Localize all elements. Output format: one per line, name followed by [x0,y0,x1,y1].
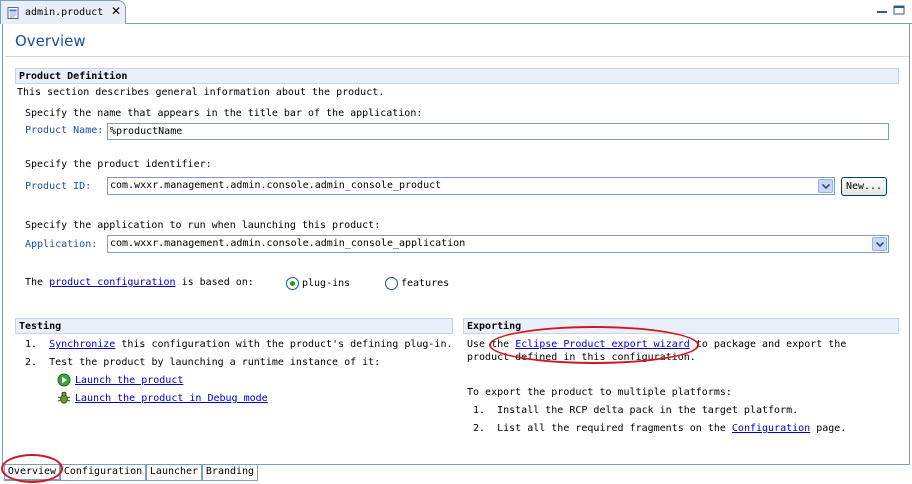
config-suffix: is based on: [181,277,254,288]
application-combo[interactable]: com.wxxr.management.admin.console.admin_… [107,235,889,253]
application-label: Application: [25,239,98,250]
export-step-1-number: 1. [473,405,486,416]
export-step-2-number: 2. [473,423,486,434]
run-icon[interactable] [57,373,71,387]
product-id-label: Product ID: [25,181,92,192]
tab-branding[interactable]: Branding [202,465,258,481]
synchronize-link[interactable]: Synchronize [49,339,115,350]
close-icon[interactable]: ✕ [111,4,121,18]
testing-step-1-text: this configuration with the product's de… [121,339,453,350]
export-usage-suffix: to package and export the [695,339,847,350]
product-name-input[interactable]: %productName [107,123,889,140]
product-id-combo[interactable]: com.wxxr.management.admin.console.admin_… [107,177,835,195]
features-radio[interactable] [385,277,398,290]
configuration-page-link[interactable]: Configuration [732,423,810,434]
chevron-down-icon [822,183,830,190]
title-divider [5,56,909,57]
wizard-link-annotation [489,326,699,364]
editor-tab-label: admin.product [25,7,104,18]
testing-step-2-text: Test the product by launching a runtime … [49,357,381,368]
export-step-2-prefix: List all the required fragments on the [497,423,726,434]
plugins-radio[interactable] [286,277,299,290]
multi-platform-intro: To export the product to multiple platfo… [467,387,732,398]
overview-page: Overview Product Definition This section… [2,24,910,464]
debug-icon[interactable] [57,391,71,405]
product-id-prompt: Specify the product identifier: [25,159,212,170]
product-id-dropdown-button[interactable] [818,179,833,193]
features-radio-label[interactable]: features [401,278,449,289]
page-title: Overview [15,32,86,50]
editor-page-tabs: Overview Configuration Launcher Branding [2,464,910,482]
testing-step-2: 2. Test the product by launching a runti… [25,357,380,368]
maximize-icon[interactable] [893,5,905,15]
export-step-1-text: Install the RCP delta pack in the target… [497,405,799,416]
minimize-icon[interactable] [876,5,888,15]
testing-step-1-number: 1. [25,339,38,350]
application-prompt: Specify the application to run when laun… [25,220,381,231]
product-name-label: Product Name: [25,125,104,136]
testing-step-1: 1. Synchronize this configuration with t… [25,339,453,350]
testing-header[interactable]: Testing [15,318,453,334]
export-step-2-suffix: page. [816,423,847,434]
tab-launcher[interactable]: Launcher [146,465,202,481]
overview-tab-annotation [1,454,63,483]
tab-configuration[interactable]: Configuration [60,465,146,481]
product-id-value: com.wxxr.management.admin.console.admin_… [110,180,442,191]
chevron-down-icon [876,241,884,248]
product-name-prompt: Specify the name that appears in the tit… [25,108,423,119]
new-product-id-button[interactable]: New... [841,177,887,196]
config-prefix: The [25,277,44,288]
config-based-on-text: The product configuration is based on: [25,277,254,288]
testing-step-2-number: 2. [25,357,38,368]
editor-tab-strip: admin.product ✕ [0,0,912,24]
launch-product-link[interactable]: Launch the product [75,375,183,386]
application-value: com.wxxr.management.admin.console.admin_… [110,238,466,249]
radio-selected-dot [290,281,295,286]
editor-tab-admin-product[interactable]: admin.product ✕ [0,0,126,24]
product-configuration-link[interactable]: product configuration [49,277,175,288]
export-step-1: 1. Install the RCP delta pack in the tar… [473,405,798,416]
application-dropdown-button[interactable] [872,237,887,251]
product-file-icon [7,7,19,19]
export-step-2: 2. List all the required fragments on th… [473,423,846,434]
launch-debug-link[interactable]: Launch the product in Debug mode [75,393,268,404]
product-definition-description: This section describes general informati… [17,87,385,98]
product-definition-header[interactable]: Product Definition [15,68,899,84]
plugins-radio-label[interactable]: plug-ins [302,278,350,289]
